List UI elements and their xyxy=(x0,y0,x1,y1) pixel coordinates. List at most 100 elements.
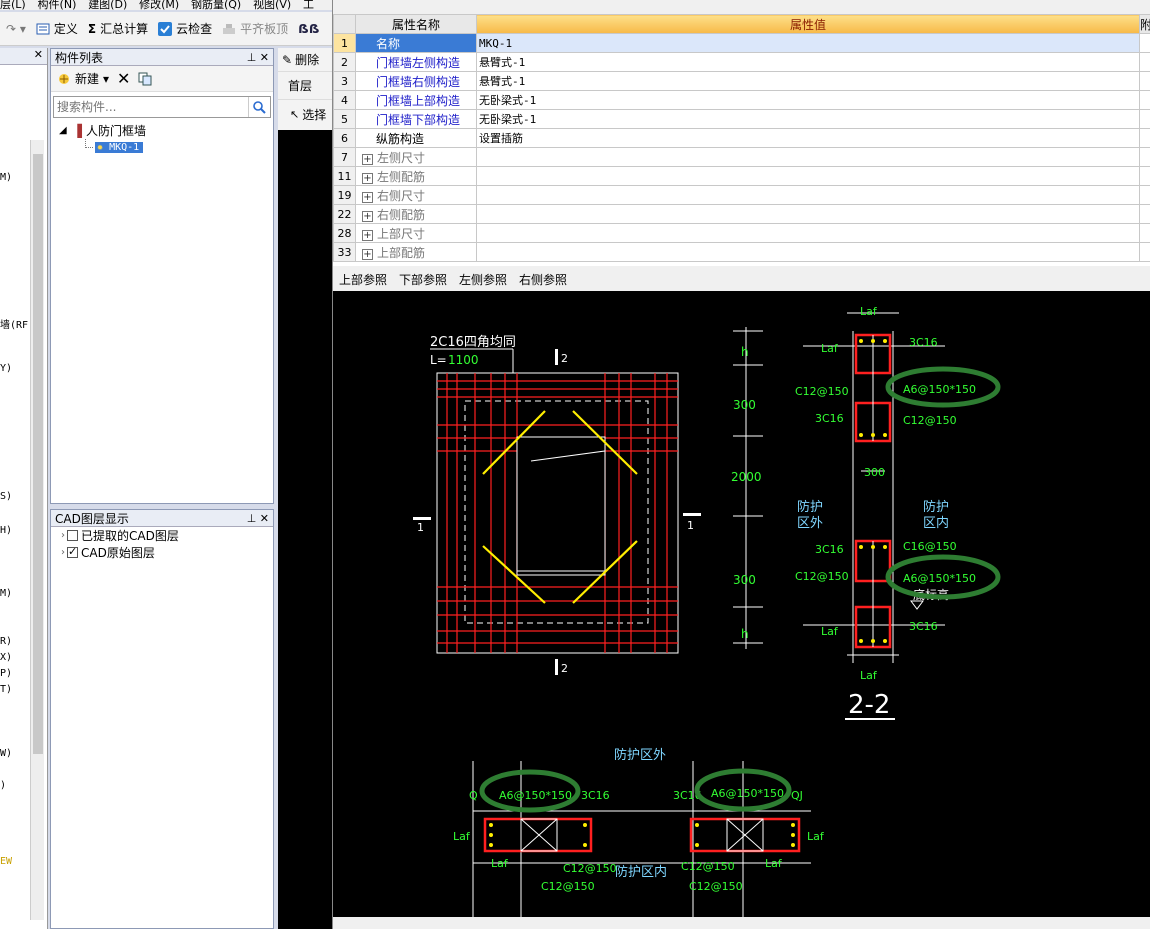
property-extra xyxy=(1139,204,1150,224)
section-laf-top: Laf xyxy=(860,305,878,318)
property-value[interactable]: MKQ-1 xyxy=(476,33,1140,53)
menu-item-modify[interactable]: 修改(M) xyxy=(139,0,179,10)
layer-checkbox[interactable] xyxy=(67,545,78,558)
scrollbar-thumb[interactable] xyxy=(33,154,43,754)
menu-item-draw[interactable]: 建图(D) xyxy=(88,0,127,10)
define-button[interactable]: 定义 xyxy=(36,20,78,37)
cad-layer-row[interactable]: › 已提取的CAD图层 xyxy=(51,527,273,544)
new-component-button[interactable]: 新建 ▾ xyxy=(57,70,109,87)
expand-plus-icon[interactable]: + xyxy=(362,210,373,222)
panel-controls[interactable]: ⊥ ✕ xyxy=(247,51,269,64)
dim-2000: 2000 xyxy=(731,470,762,484)
expand-icon[interactable]: › xyxy=(61,547,65,558)
menu-item-component[interactable]: 构件(N) xyxy=(38,0,77,10)
cloud-check-button[interactable]: 云检查 xyxy=(158,20,212,37)
select-tool-button[interactable]: ↖ 选择 xyxy=(278,100,332,128)
tab-left-reference[interactable]: 左侧参照 xyxy=(459,271,507,288)
property-value[interactable] xyxy=(476,204,1140,224)
flush-slab-label: 平齐板顶 xyxy=(240,22,289,36)
property-name-text: 门框墙下部构造 xyxy=(376,112,461,127)
property-value[interactable] xyxy=(476,147,1140,167)
property-extra[interactable] xyxy=(1139,71,1150,91)
property-value[interactable] xyxy=(476,185,1140,205)
property-value[interactable]: 悬臂式-1 xyxy=(476,52,1140,72)
left-edge-scrollbar[interactable] xyxy=(30,140,44,920)
sum-calc-button[interactable]: Σ 汇总计算 xyxy=(88,20,148,37)
collapse-icon[interactable]: ◢ xyxy=(59,125,67,136)
section-c12-top-left: C12@150 xyxy=(795,385,849,398)
tab-bottom-reference[interactable]: 下部参照 xyxy=(399,271,447,288)
tab-right-reference[interactable]: 右侧参照 xyxy=(519,271,567,288)
property-row[interactable]: 33 + 上部配筋 xyxy=(333,242,1150,262)
delete-tool-button[interactable]: ✎ 删除 xyxy=(278,48,332,72)
section-inside-l1: 防护 xyxy=(923,499,949,515)
menu-item-layer[interactable]: 层(L) xyxy=(0,0,26,10)
flush-slab-button[interactable]: 平齐板顶 xyxy=(222,20,288,37)
expand-plus-icon[interactable]: + xyxy=(362,153,373,165)
property-row[interactable]: 6 纵筋构造 设置插筋 xyxy=(333,128,1150,148)
new-icon xyxy=(59,73,69,84)
cad-layer-panel: CAD图层显示 ⊥ ✕ › 已提取的CAD图层 › CAD原始图层 xyxy=(50,509,274,929)
left-edge-label: P) xyxy=(0,668,13,679)
property-row[interactable]: 28 + 上部尺寸 xyxy=(333,223,1150,243)
row-index: 2 xyxy=(333,52,356,72)
property-row[interactable]: 5 门框墙下部构造 无卧梁式-1 xyxy=(333,109,1150,129)
dim-h-bottom: h xyxy=(741,627,749,641)
property-table: 属性名称 属性值 附 1 名称 MKQ-1 2 门框墙左侧构造悬臂式-1 3 门框墙右侧构造… xyxy=(333,14,1150,262)
property-value[interactable] xyxy=(476,223,1140,243)
property-row[interactable]: 2 门框墙左侧构造 悬臂式-1 xyxy=(333,52,1150,72)
property-row[interactable]: 4 门框墙上部构造 无卧梁式-1 xyxy=(333,90,1150,110)
property-value[interactable] xyxy=(476,166,1140,186)
select-tool-label: 选择 xyxy=(302,107,327,122)
property-name-text: 右侧尺寸 xyxy=(377,188,426,203)
redo-button[interactable]: ↷ ▾ xyxy=(6,22,26,36)
menu-item-view[interactable]: 视图(V) xyxy=(253,0,291,10)
copy-icon[interactable] xyxy=(138,72,152,86)
property-value[interactable]: 悬臂式-1 xyxy=(476,71,1140,91)
menu-bar: 层(L) 构件(N) 建图(D) 修改(M) 钢筋量(Q) 视图(V) 工具 xyxy=(0,0,332,10)
bottom-plan-view: 防护区外 Q A6@150*150 3C16 3C16 A6@150*150 Q… xyxy=(453,747,825,917)
property-table-wrap: 属性名称 属性值 附 1 名称 MKQ-1 2 门框墙左侧构造悬臂式-1 3 门框墙右侧构造… xyxy=(333,14,1150,266)
bottom-a6-right: A6@150*150 xyxy=(711,787,784,800)
tab-top-reference[interactable]: 上部参照 xyxy=(339,271,387,288)
property-value[interactable]: 无卧梁式-1 xyxy=(476,90,1140,110)
property-row[interactable]: 7 + 左侧尺寸 xyxy=(333,147,1150,167)
property-row[interactable]: 11 + 左侧配筋 xyxy=(333,166,1150,186)
layer-checkbox[interactable] xyxy=(67,530,78,541)
component-search-input[interactable] xyxy=(54,97,248,117)
tree-item-row[interactable]: ✹ MKQ-1 xyxy=(51,139,273,156)
property-value[interactable] xyxy=(476,242,1140,262)
left-edge-label: 墙(RF xyxy=(0,320,29,331)
expand-plus-icon[interactable]: + xyxy=(362,172,373,184)
property-value[interactable]: 设置插筋 xyxy=(476,128,1140,148)
cad-layer-row[interactable]: › CAD原始图层 xyxy=(51,544,273,561)
expand-plus-icon[interactable]: + xyxy=(362,248,373,260)
panel-controls[interactable]: ⊥ ✕ xyxy=(247,512,269,525)
binoculars-icon[interactable]: ẞẞ xyxy=(298,22,320,36)
tree-group-row[interactable]: ◢ ▐ 人防门框墙 xyxy=(51,122,273,139)
property-extra xyxy=(1139,185,1150,205)
section-a6-bottom: A6@150*150 xyxy=(903,572,976,585)
component-list-title: 构件列表 xyxy=(55,50,104,65)
property-row[interactable]: 19 + 右侧尺寸 xyxy=(333,185,1150,205)
expand-plus-icon[interactable]: + xyxy=(362,229,373,241)
property-value[interactable]: 无卧梁式-1 xyxy=(476,109,1140,129)
menu-item-rebar[interactable]: 钢筋量(Q) xyxy=(191,0,241,10)
delete-icon[interactable]: ✕ xyxy=(117,69,130,88)
search-button[interactable] xyxy=(248,97,270,117)
bottom-inside-label: 防护区内 xyxy=(615,864,667,880)
property-extra[interactable] xyxy=(1139,52,1150,72)
tree-item-selected[interactable]: ✹ MKQ-1 xyxy=(95,142,144,153)
door-icon: ▐ xyxy=(72,123,82,138)
bottom-laf-right: Laf xyxy=(807,830,825,843)
property-extra[interactable] xyxy=(1139,90,1150,110)
floor-selector[interactable]: 首层 xyxy=(278,72,332,100)
property-row[interactable]: 22 + 右侧配筋 xyxy=(333,204,1150,224)
model-canvas[interactable] xyxy=(278,130,332,929)
property-row[interactable]: 3 门框墙右侧构造 悬臂式-1 xyxy=(333,71,1150,91)
expand-icon[interactable]: › xyxy=(61,530,65,541)
property-extra[interactable] xyxy=(1139,109,1150,129)
expand-plus-icon[interactable]: + xyxy=(362,191,373,203)
property-row[interactable]: 1 名称 MKQ-1 xyxy=(333,33,1150,53)
dim-ticks xyxy=(733,330,763,644)
